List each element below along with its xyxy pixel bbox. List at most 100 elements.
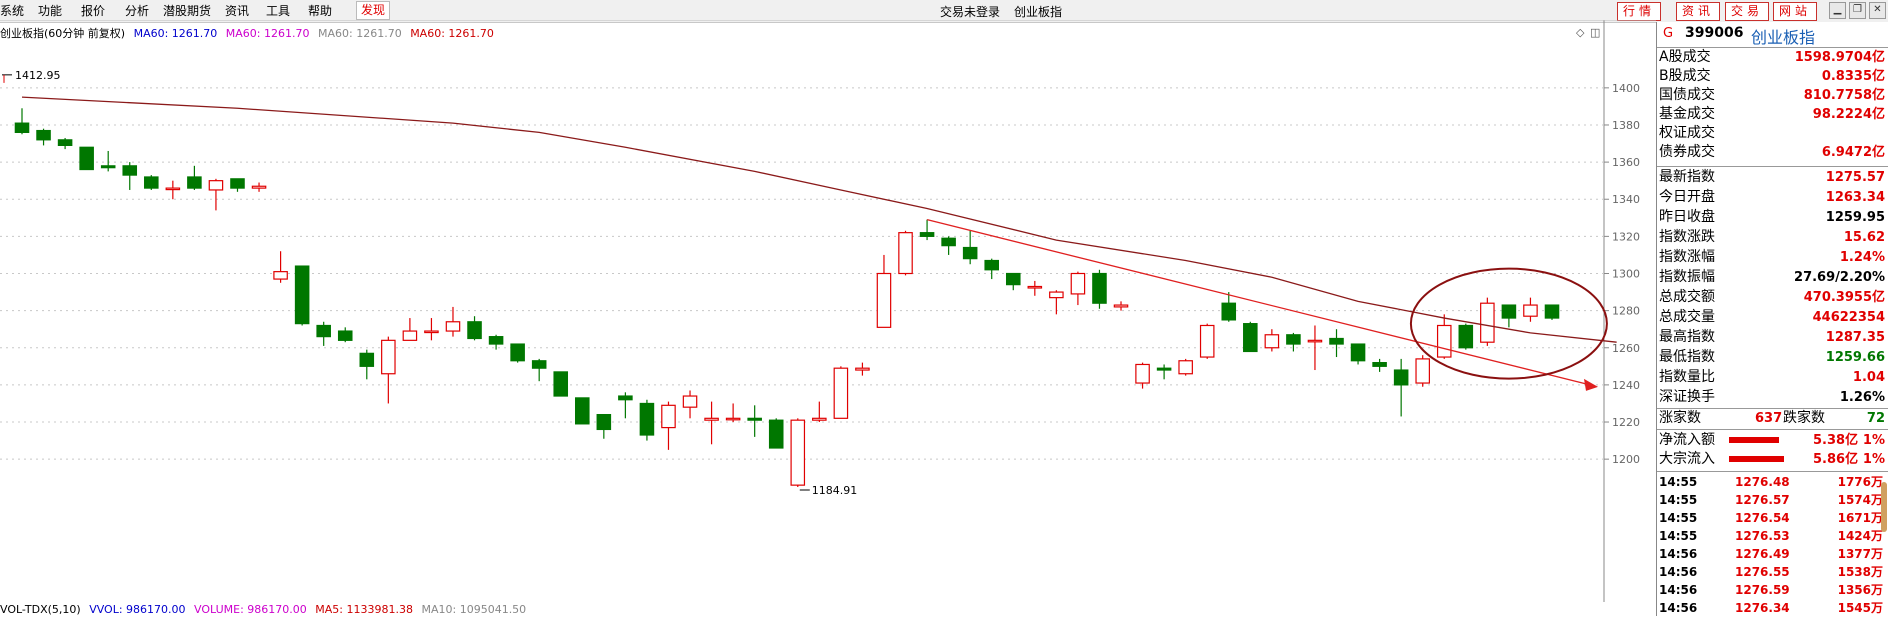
row-label: 权证成交	[1659, 125, 1715, 141]
candle-body	[1049, 291, 1064, 299]
menu-discover[interactable]: 发现	[356, 1, 391, 20]
row-label: 最高指数	[1659, 329, 1715, 345]
candle-body	[187, 176, 202, 189]
panel-row: A股成交 1598.9704亿	[1659, 48, 1885, 67]
up-count-label: 涨家数	[1659, 410, 1701, 426]
candle-body	[1178, 360, 1193, 375]
row-label: 指数涨跌	[1659, 229, 1715, 245]
panel-row: 指数振幅 27.69/2.20%	[1659, 268, 1885, 287]
y-tick-label: 1260	[1612, 342, 1640, 355]
candle-body	[1221, 302, 1237, 321]
tick-price: 1276.59	[1735, 583, 1790, 597]
index-mark: G	[1663, 26, 1674, 41]
news-button[interactable]: 资讯	[1676, 2, 1720, 21]
row-label: B股成交	[1659, 68, 1711, 84]
row-value: 98.2224亿	[1812, 107, 1885, 122]
candle-body	[1523, 304, 1538, 317]
candlestick-chart[interactable]: 1200 1220 1240 1260 1280 1300 1320 1340 1360 1380…	[0, 20, 1656, 602]
candle-body	[165, 187, 181, 191]
candle-body	[467, 321, 482, 340]
candle-body	[1135, 363, 1150, 384]
candle-body	[1005, 272, 1021, 286]
net-inflow-value: 5.38亿	[1813, 433, 1859, 448]
candle-body	[704, 417, 719, 421]
tick-time: 14:56	[1659, 547, 1698, 561]
candle-body	[488, 336, 504, 345]
candle-body	[1544, 304, 1560, 319]
row-value: 810.7758亿	[1803, 88, 1885, 103]
menu-function[interactable]: 功能	[38, 3, 62, 19]
candle-body	[596, 413, 612, 431]
tick-time: 14:56	[1659, 583, 1698, 597]
menu-tools[interactable]: 工具	[266, 3, 290, 19]
y-tick-label: 1240	[1612, 379, 1640, 392]
candle-body	[618, 395, 633, 401]
candle-body	[1501, 304, 1517, 319]
volume-legend: VOL-TDX(5,10) VVOL: 986170.00 VOLUME: 98…	[0, 603, 531, 616]
candle-body	[337, 330, 353, 341]
candle-body	[359, 352, 375, 367]
block-inflow-value: 5.86亿	[1813, 452, 1859, 467]
tick-volume: 1671万	[1837, 511, 1883, 525]
tick-row: 14:56 1276.49 1377万	[1659, 545, 1885, 563]
tick-price: 1276.55	[1735, 565, 1790, 579]
close-icon[interactable]: ✕	[1869, 2, 1886, 19]
row-value: 27.69/2.20%	[1794, 270, 1885, 285]
website-button[interactable]: 网站	[1773, 2, 1817, 21]
window-title: 创业板指	[1014, 5, 1063, 19]
candle-body	[768, 419, 784, 449]
net-inflow-label: 净流入额	[1659, 432, 1715, 448]
vvol-value: VVOL: 986170.00	[89, 603, 186, 616]
row-label: 昨日收盘	[1659, 209, 1715, 225]
row-label: 国债成交	[1659, 87, 1715, 103]
trend-line	[926, 219, 1591, 386]
candle-body	[1436, 324, 1452, 358]
quote-button[interactable]: 行情	[1617, 2, 1661, 21]
diamond-icon[interactable]: ◇	[1576, 26, 1585, 39]
tick-time: 14:55	[1659, 511, 1698, 525]
net-inflow-pct: 1%	[1862, 433, 1885, 448]
scrollbar-thumb[interactable]	[1881, 482, 1887, 532]
panel-row: 总成交量 44622354	[1659, 308, 1885, 327]
menu-help[interactable]: 帮助	[308, 3, 332, 19]
tick-row: 14:55 1276.48 1776万	[1659, 473, 1885, 491]
row-value: 1.26%	[1839, 390, 1885, 405]
minimize-icon[interactable]: ▁	[1829, 2, 1846, 19]
restore-icon[interactable]: ❐	[1849, 2, 1866, 19]
row-value: 1.24%	[1839, 250, 1885, 265]
ma5-value: MA5: 1133981.38	[315, 603, 413, 616]
panel-row: 今日开盘 1263.34	[1659, 188, 1885, 207]
tick-time: 14:56	[1659, 565, 1698, 579]
candle-body	[855, 367, 870, 371]
menu-analysis[interactable]: 分析	[125, 3, 149, 19]
row-label: 基金成交	[1659, 106, 1715, 122]
y-tick-label: 1400	[1612, 82, 1640, 95]
candle-body	[144, 176, 159, 189]
candle-body	[747, 417, 762, 421]
row-value: 1263.34	[1825, 190, 1885, 205]
menu-news[interactable]: 资讯	[225, 3, 249, 19]
menu-system[interactable]: 系统	[0, 3, 24, 19]
tick-row: 14:55 1276.57 1574万	[1659, 491, 1885, 509]
candle-body	[876, 272, 892, 328]
candle-body	[1393, 369, 1409, 386]
candle-body	[1480, 302, 1495, 343]
block-inflow-row: 大宗流入 5.86亿 1%	[1659, 450, 1885, 469]
menu-quote[interactable]: 报价	[81, 3, 105, 19]
y-tick-label: 1380	[1612, 119, 1640, 132]
candle-body	[682, 395, 698, 408]
tick-volume: 1424万	[1837, 529, 1883, 543]
tick-row: 14:55 1276.53 1424万	[1659, 527, 1885, 545]
candle-body	[79, 146, 94, 171]
y-tick-label: 1200	[1612, 453, 1640, 466]
trade-button[interactable]: 交易	[1725, 2, 1769, 21]
down-count-label: 跌家数	[1783, 410, 1825, 426]
panel-row: 昨日收盘 1259.95	[1659, 208, 1885, 227]
candle-body	[812, 417, 827, 421]
candle-body	[1092, 272, 1107, 304]
panel-toggle-icon[interactable]: ◫	[1590, 26, 1600, 39]
candle-body	[1070, 272, 1086, 295]
menu-futures[interactable]: 潜股期货	[163, 3, 211, 19]
panel-row: 债券成交 6.9472亿	[1659, 143, 1885, 162]
candle-body	[919, 232, 935, 237]
